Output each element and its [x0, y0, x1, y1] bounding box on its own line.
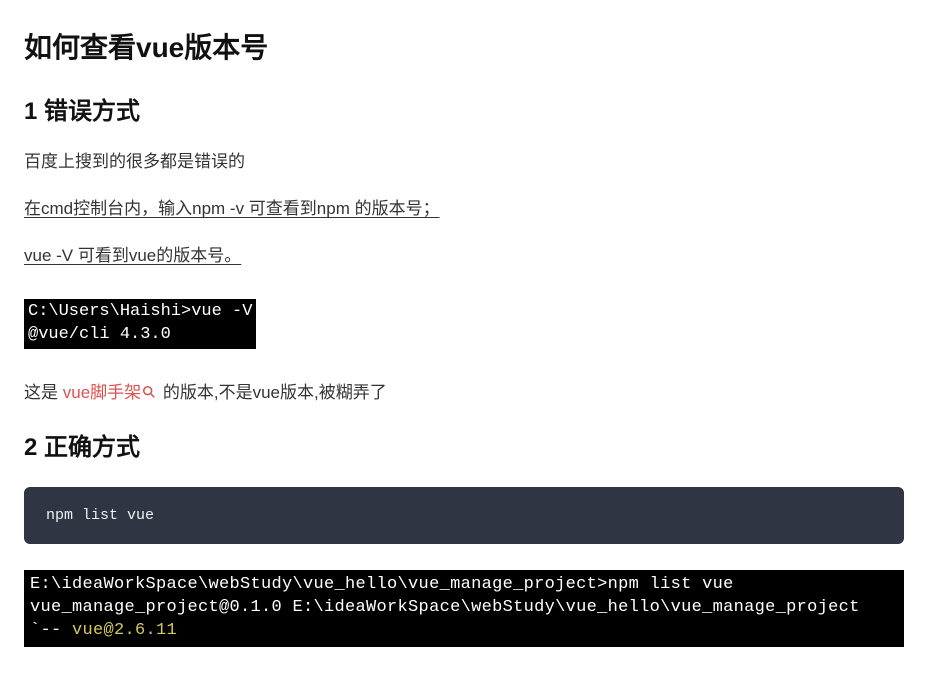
terminal-line-1: E:\ideaWorkSpace\webStudy\vue_hello\vue_…: [30, 575, 734, 594]
search-icon[interactable]: [142, 385, 156, 399]
terminal-vue-cli: C:\Users\Haishi>vue -V @vue/cli 4.3.0: [24, 299, 256, 349]
terminal-npm-list-output: E:\ideaWorkSpace\webStudy\vue_hello\vue_…: [24, 570, 904, 647]
highlight-scaffold: vue脚手架: [63, 383, 141, 402]
code-block-npm-list: npm list vue: [24, 487, 904, 545]
section-heading-correct: 2 正确方式: [24, 428, 904, 469]
paragraph-npm-cmd: 在cmd控制台内，输入npm -v 可查看到npm 的版本号；: [24, 195, 904, 224]
explain-suffix: 的版本,不是vue版本,被糊弄了: [158, 383, 387, 402]
terminal-tree-prefix: `--: [30, 621, 72, 640]
explain-prefix: 这是: [24, 383, 63, 402]
page-title: 如何查看vue版本号: [24, 24, 904, 72]
paragraph-explain: 这是 vue脚手架 的版本,不是vue版本,被糊弄了: [24, 379, 904, 408]
paragraph-intro: 百度上搜到的很多都是错误的: [24, 148, 904, 177]
terminal-vue-version: vue@2.6.11: [72, 621, 177, 640]
section-heading-wrong: 1 错误方式: [24, 92, 904, 133]
paragraph-vue-cmd: vue -V 可看到vue的版本号。: [24, 242, 904, 271]
terminal-line-2: vue_manage_project@0.1.0 E:\ideaWorkSpac…: [30, 598, 860, 617]
